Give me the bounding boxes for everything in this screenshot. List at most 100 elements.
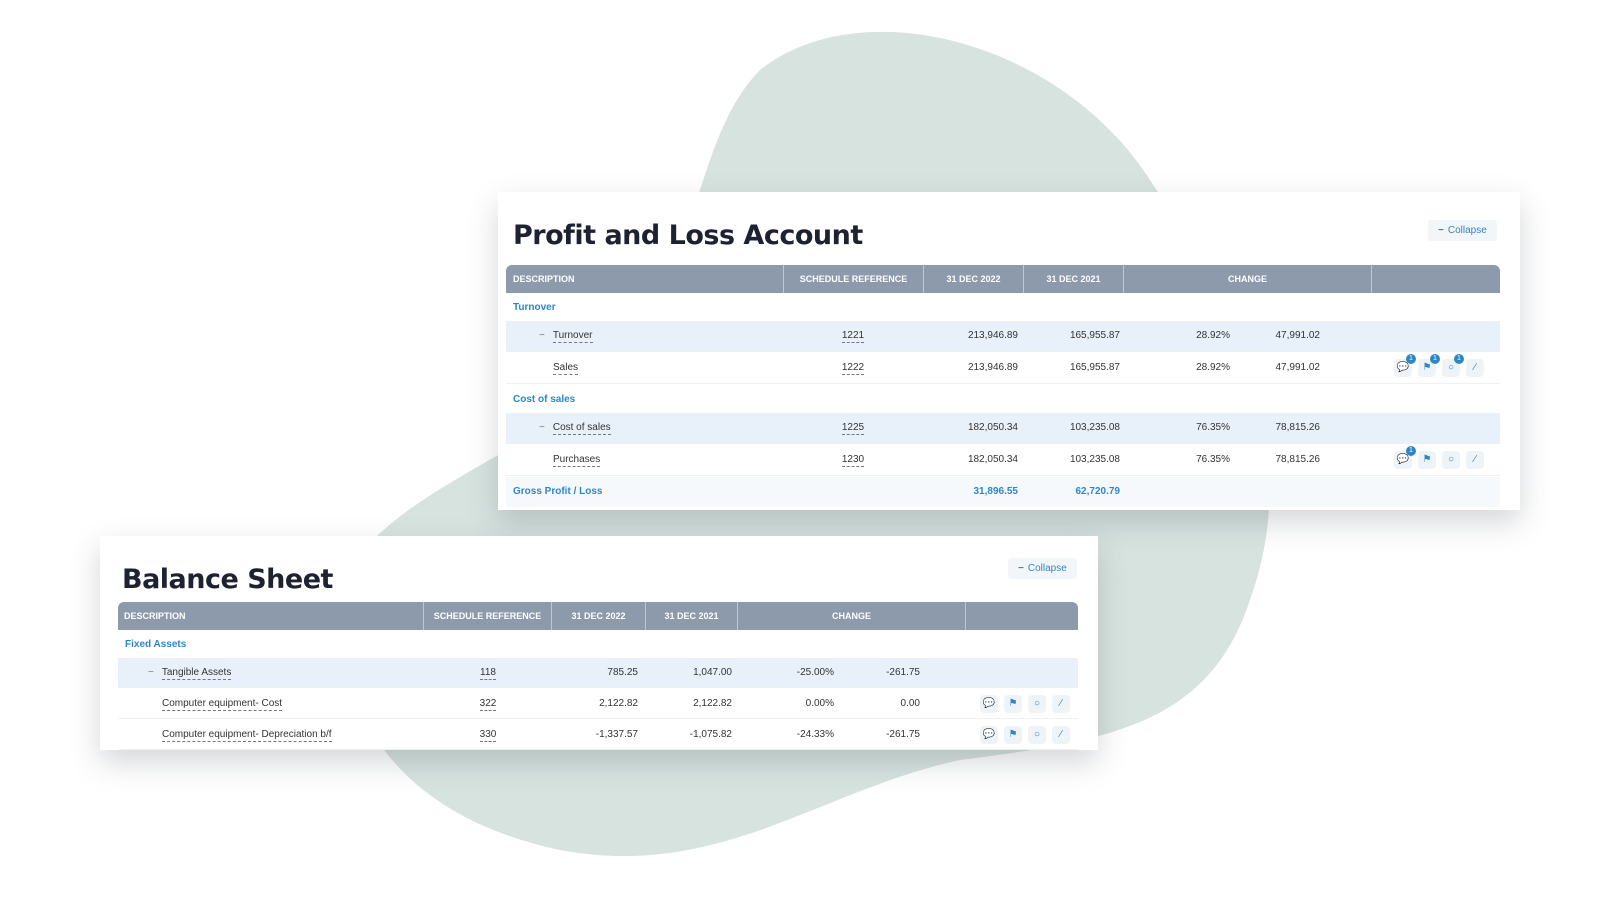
column-header: CHANGE xyxy=(738,602,966,630)
collapse-label: Collapse xyxy=(1447,225,1487,236)
schedule-reference[interactable]: 322 xyxy=(468,689,508,718)
description-link[interactable]: Computer equipment- Depreciation b/f xyxy=(162,728,332,742)
table-header: DESCRIPTION SCHEDULE REFERENCE 31 DEC 2022… xyxy=(118,602,1078,630)
attachment-button[interactable]: ∕ xyxy=(1466,451,1484,469)
column-header: 31 DEC 2021 xyxy=(646,602,738,630)
change-percent: 76.35% xyxy=(1196,422,1230,433)
value-2022: 785.25 xyxy=(607,667,638,678)
value-2021: 165,955.87 xyxy=(1069,362,1120,373)
chat-button[interactable]: ○ xyxy=(1442,451,1460,469)
change-amount: 78,815.26 xyxy=(1275,422,1321,433)
flag-button[interactable]: ⚑ xyxy=(1418,451,1436,469)
change-amount: 47,991.02 xyxy=(1275,330,1321,341)
comments-button[interactable]: 💬 xyxy=(980,725,998,744)
reference-link[interactable]: 1221 xyxy=(841,329,865,343)
reference-link[interactable]: 1230 xyxy=(841,453,865,467)
flag-button[interactable]: ⚑ xyxy=(1004,725,1022,744)
row-actions: 💬 1 ⚑ 1 ○ 1 ∕ xyxy=(1394,353,1484,383)
row-description[interactable]: − Turnover xyxy=(539,321,593,351)
comments-button[interactable]: 💬 1 xyxy=(1394,446,1416,469)
comments-button[interactable]: 💬 1 xyxy=(1394,354,1416,377)
attachment-button[interactable]: ∕ xyxy=(1466,359,1484,377)
collapse-button[interactable]: − Collapse xyxy=(1428,220,1497,241)
change-percent: 0.00% xyxy=(805,698,834,709)
table-row: Computer equipment- Depreciation b/f 330 -… xyxy=(118,720,1078,750)
row-description[interactable]: Computer equipment- Depreciation b/f xyxy=(162,720,332,749)
reference-link[interactable]: 1222 xyxy=(841,361,865,375)
change-amount: -261.75 xyxy=(886,667,920,678)
schedule-reference[interactable]: 1230 xyxy=(833,445,873,475)
schedule-reference[interactable]: 330 xyxy=(468,720,508,749)
row-description[interactable]: − Cost of sales xyxy=(539,413,611,443)
schedule-reference[interactable]: 1222 xyxy=(833,353,873,383)
value-2022: 182,050.34 xyxy=(967,422,1018,433)
notification-badge: 1 xyxy=(1430,354,1440,364)
column-header: CHANGE xyxy=(1124,265,1372,293)
comments-icon: 💬 xyxy=(982,728,996,740)
section-title: Cost of sales xyxy=(513,394,576,405)
description-link[interactable]: Purchases xyxy=(553,453,601,467)
column-header: 31 DEC 2021 xyxy=(1024,265,1124,293)
chat-button[interactable]: ○ xyxy=(1028,694,1046,713)
flag-icon: ⚑ xyxy=(1422,454,1432,465)
schedule-reference[interactable]: 118 xyxy=(468,658,508,687)
description-link[interactable]: Computer equipment- Cost xyxy=(162,697,283,711)
change-percent: -25.00% xyxy=(796,667,834,678)
flag-button[interactable]: ⚑ 1 xyxy=(1418,354,1440,377)
collapse-row-icon[interactable]: − xyxy=(539,330,545,341)
column-header: 31 DEC 2022 xyxy=(552,602,646,630)
comments-button[interactable]: 💬 xyxy=(980,694,998,713)
change-amount: 78,815.26 xyxy=(1275,454,1321,465)
notification-badge: 1 xyxy=(1406,446,1416,456)
chat-icon: ○ xyxy=(1033,728,1041,740)
row-actions: 💬 1 ⚑ ○ ∕ xyxy=(1394,445,1484,475)
minus-icon: − xyxy=(1018,563,1024,574)
flag-icon: ⚑ xyxy=(1008,697,1018,709)
chat-icon: ○ xyxy=(1447,454,1455,465)
description-link[interactable]: Tangible Assets xyxy=(161,666,232,680)
value-2022: -1,337.57 xyxy=(595,729,638,740)
notification-badge: 1 xyxy=(1406,354,1416,364)
collapse-row-icon[interactable]: − xyxy=(539,422,545,433)
chat-button[interactable]: ○ 1 xyxy=(1442,354,1464,377)
collapse-button[interactable]: − Collapse xyxy=(1008,558,1077,579)
schedule-reference[interactable]: 1225 xyxy=(833,413,873,443)
description-link[interactable]: Cost of sales xyxy=(552,421,611,435)
change-percent: 28.92% xyxy=(1196,330,1230,341)
schedule-reference[interactable]: 1221 xyxy=(833,321,873,351)
row-description[interactable]: − Tangible Assets xyxy=(148,658,232,687)
total-label: Gross Profit / Loss xyxy=(513,486,603,497)
comments-icon: 💬 xyxy=(1396,362,1410,373)
attachment-button[interactable]: ∕ xyxy=(1052,725,1070,744)
reference-link[interactable]: 118 xyxy=(480,666,496,680)
page-title: Balance Sheet xyxy=(122,564,333,595)
row-description[interactable]: Sales xyxy=(553,353,579,383)
change-percent: 28.92% xyxy=(1196,362,1230,373)
flag-button[interactable]: ⚑ xyxy=(1004,694,1022,713)
collapse-label: Collapse xyxy=(1027,563,1067,574)
row-description[interactable]: Purchases xyxy=(553,445,601,475)
value-2022: 182,050.34 xyxy=(967,454,1018,465)
table-row: − Tangible Assets 118 785.25 1,047.00 -25.00%… xyxy=(118,658,1078,688)
reference-link[interactable]: 1225 xyxy=(841,421,865,435)
change-percent: -24.33% xyxy=(796,729,834,740)
flag-icon: ⚑ xyxy=(1008,728,1018,740)
reference-link[interactable]: 322 xyxy=(479,697,497,711)
chat-icon: ○ xyxy=(1447,362,1455,373)
reference-link[interactable]: 330 xyxy=(479,728,497,742)
value-2021: -1,075.82 xyxy=(689,729,732,740)
value-2021: 2,122.82 xyxy=(693,698,732,709)
table-row: − Cost of sales 1225 182,050.34 103,235.08 76… xyxy=(506,413,1500,444)
collapse-row-icon[interactable]: − xyxy=(148,667,154,678)
row-actions: 💬 ⚑ ○ ∕ xyxy=(980,720,1070,749)
attachment-button[interactable]: ∕ xyxy=(1052,694,1070,713)
change-amount: 0.00 xyxy=(900,698,920,709)
chat-icon: ○ xyxy=(1033,697,1041,709)
row-description[interactable]: Computer equipment- Cost xyxy=(162,689,283,718)
chat-button[interactable]: ○ xyxy=(1028,725,1046,744)
section-title: Turnover xyxy=(513,302,556,313)
description-link[interactable]: Turnover xyxy=(552,329,593,343)
section-label: Cost of sales xyxy=(506,385,1500,415)
description-link[interactable]: Sales xyxy=(553,361,579,375)
column-header: SCHEDULE REFERENCE xyxy=(424,602,552,630)
